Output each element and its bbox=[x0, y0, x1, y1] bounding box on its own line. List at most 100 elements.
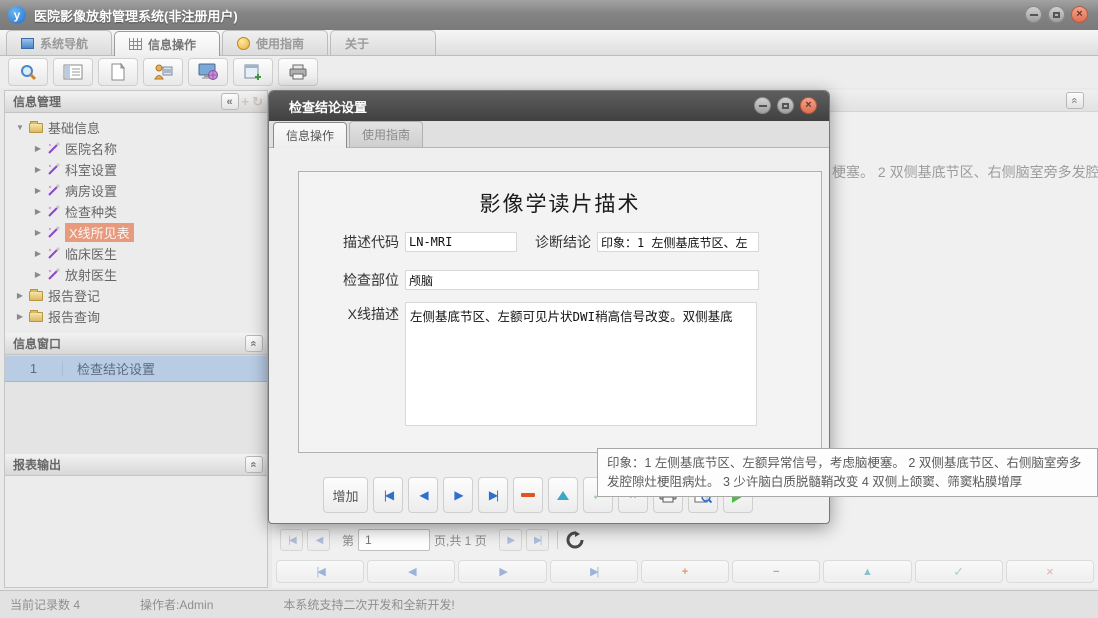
record-count-label: 当前记录数 4 bbox=[10, 596, 80, 613]
close-button[interactable]: × bbox=[1071, 6, 1088, 23]
monitor-globe-icon bbox=[198, 63, 218, 81]
expand-arrow-icon[interactable]: ▶ bbox=[33, 165, 43, 174]
dialog-close-button[interactable]: × bbox=[800, 97, 817, 114]
dialog-prev-button[interactable]: ◀ bbox=[408, 477, 438, 513]
record-last-button[interactable]: ▶| bbox=[550, 560, 638, 583]
conclusion-input[interactable] bbox=[597, 232, 759, 252]
desc-code-input[interactable] bbox=[405, 232, 517, 252]
folder-icon bbox=[29, 123, 43, 133]
tree-item-basic-info[interactable]: ▼ 基础信息 bbox=[5, 117, 267, 138]
dialog-tab-user-guide[interactable]: 使用指南 bbox=[349, 121, 423, 147]
record-confirm-button[interactable]: ✓ bbox=[915, 560, 1003, 583]
search-button[interactable] bbox=[8, 58, 48, 86]
pager-prev-button[interactable]: ◀ bbox=[307, 529, 330, 551]
tree-item-dept-setting[interactable]: ▶ 科室设置 bbox=[5, 159, 267, 180]
dialog-next-button[interactable]: ▶ bbox=[443, 477, 473, 513]
expand-arrow-icon[interactable]: ▶ bbox=[33, 228, 43, 237]
background-text-fragment: 梗塞。 2 双侧基底节区、右侧脑室旁多发腔 bbox=[832, 162, 1098, 182]
info-mgmt-title: 信息管理 bbox=[13, 93, 61, 110]
expand-arrow-icon[interactable]: ▶ bbox=[33, 207, 43, 216]
maximize-icon bbox=[1053, 12, 1060, 18]
row-label: 检查结论设置 bbox=[63, 359, 155, 378]
pager-next-button[interactable]: ▶ bbox=[499, 529, 522, 551]
tree-item-xray-findings[interactable]: ▶ X线所见表 bbox=[5, 222, 267, 243]
printer-icon bbox=[288, 64, 308, 80]
tab-system-nav[interactable]: 系统导航 bbox=[6, 30, 112, 55]
expand-arrow-icon[interactable]: ▶ bbox=[33, 144, 43, 153]
tab-label: 信息操作 bbox=[148, 36, 196, 53]
record-cancel-button[interactable]: × bbox=[1006, 560, 1094, 583]
first-icon: |◀ bbox=[384, 488, 392, 502]
minimize-button[interactable] bbox=[1025, 6, 1042, 23]
dialog-edit-button[interactable] bbox=[548, 477, 578, 513]
maximize-button[interactable] bbox=[1048, 6, 1065, 23]
tree-label: 基础信息 bbox=[48, 118, 100, 137]
system-note-label: 本系统支持二次开发和全新开发! bbox=[283, 596, 454, 613]
expand-arrow-icon[interactable]: ▶ bbox=[33, 186, 43, 195]
record-delete-button[interactable]: − bbox=[732, 560, 820, 583]
refresh-icon[interactable]: ↻ bbox=[252, 94, 263, 110]
record-edit-button[interactable]: ▲ bbox=[823, 560, 911, 583]
info-window-row[interactable]: 1 检查结论设置 bbox=[5, 355, 267, 382]
tab-about[interactable]: 关于 bbox=[330, 30, 436, 55]
form-list-icon bbox=[63, 64, 83, 80]
add-record-button[interactable]: 增加 bbox=[323, 477, 368, 513]
dialog-first-button[interactable]: |◀ bbox=[373, 477, 403, 513]
collapse-panel-button[interactable]: « bbox=[221, 93, 239, 110]
printer-button[interactable] bbox=[278, 58, 318, 86]
tab-user-guide[interactable]: 使用指南 bbox=[222, 30, 328, 55]
chevron-up-icon: » bbox=[248, 341, 260, 346]
tree-label: 报告登记 bbox=[48, 286, 100, 305]
collapse-section-button[interactable]: » bbox=[245, 456, 263, 473]
body-part-input[interactable] bbox=[405, 270, 759, 290]
pager-first-button[interactable]: |◀ bbox=[280, 529, 303, 551]
record-prev-button[interactable]: ◀ bbox=[367, 560, 455, 583]
expand-arrow-icon[interactable]: ▶ bbox=[15, 291, 25, 300]
info-window-empty bbox=[5, 382, 267, 454]
collapse-content-button[interactable]: » bbox=[1066, 92, 1084, 109]
record-nav-toolbar: |◀ ◀ ▶ ▶| + − ▲ ✓ × bbox=[276, 560, 1094, 583]
record-add-button[interactable]: + bbox=[641, 560, 729, 583]
tree-label-selected: X线所见表 bbox=[65, 223, 134, 242]
tree-item-ward-setting[interactable]: ▶ 病房设置 bbox=[5, 180, 267, 201]
form-title: 影像学读片描术 bbox=[299, 188, 821, 218]
expand-arrow-icon[interactable]: ▶ bbox=[33, 249, 43, 258]
document-button[interactable] bbox=[98, 58, 138, 86]
add-window-button[interactable] bbox=[233, 58, 273, 86]
page-number-input[interactable] bbox=[358, 529, 430, 551]
statusbar: 当前记录数 4 操作者:Admin 本系统支持二次开发和全新开发! bbox=[0, 590, 1098, 618]
collapse-section-button[interactable]: » bbox=[245, 335, 263, 352]
maximize-icon bbox=[782, 103, 789, 109]
dialog-tab-info-operation[interactable]: 信息操作 bbox=[273, 122, 347, 148]
tree-label: 检查种类 bbox=[65, 202, 117, 221]
dialog-maximize-button[interactable] bbox=[777, 97, 794, 114]
add-window-icon bbox=[244, 63, 262, 81]
dialog-minimize-button[interactable] bbox=[754, 97, 771, 114]
tree-item-report-register[interactable]: ▶ 报告登记 bbox=[5, 285, 267, 306]
expand-arrow-icon[interactable]: ▶ bbox=[33, 270, 43, 279]
record-first-button[interactable]: |◀ bbox=[276, 560, 364, 583]
tree-item-clinical-doctor[interactable]: ▶ 临床医生 bbox=[5, 243, 267, 264]
prev-icon: ◀ bbox=[419, 488, 426, 502]
refresh-icon[interactable] bbox=[566, 531, 584, 549]
dialog-titlebar[interactable]: 检查结论设置 × bbox=[269, 91, 829, 121]
expand-arrow-icon[interactable]: ▶ bbox=[15, 312, 25, 321]
dialog-delete-button[interactable] bbox=[513, 477, 543, 513]
record-next-button[interactable]: ▶ bbox=[458, 560, 546, 583]
form-list-button[interactable] bbox=[53, 58, 93, 86]
report-output-empty bbox=[5, 471, 267, 587]
chevron-up-icon: » bbox=[248, 462, 260, 467]
tree-item-hospital-name[interactable]: ▶ 医院名称 bbox=[5, 138, 267, 159]
monitor-globe-button[interactable] bbox=[188, 58, 228, 86]
pager-last-button[interactable]: ▶| bbox=[526, 529, 549, 551]
user-report-button[interactable] bbox=[143, 58, 183, 86]
tab-info-operation[interactable]: 信息操作 bbox=[114, 31, 220, 56]
expand-arrow-icon[interactable]: ▼ bbox=[15, 123, 25, 132]
tree-label: 病房设置 bbox=[65, 181, 117, 200]
tree-item-radiology-doctor[interactable]: ▶ 放射医生 bbox=[5, 264, 267, 285]
tree-item-exam-type[interactable]: ▶ 检查种类 bbox=[5, 201, 267, 222]
xray-desc-textarea[interactable]: 左侧基底节区、左额可见片状DWI稍高信号改变。双侧基底 bbox=[405, 302, 757, 426]
tree-item-report-query[interactable]: ▶ 报告查询 bbox=[5, 306, 267, 327]
add-icon[interactable]: + bbox=[242, 94, 250, 109]
dialog-last-button[interactable]: ▶| bbox=[478, 477, 508, 513]
